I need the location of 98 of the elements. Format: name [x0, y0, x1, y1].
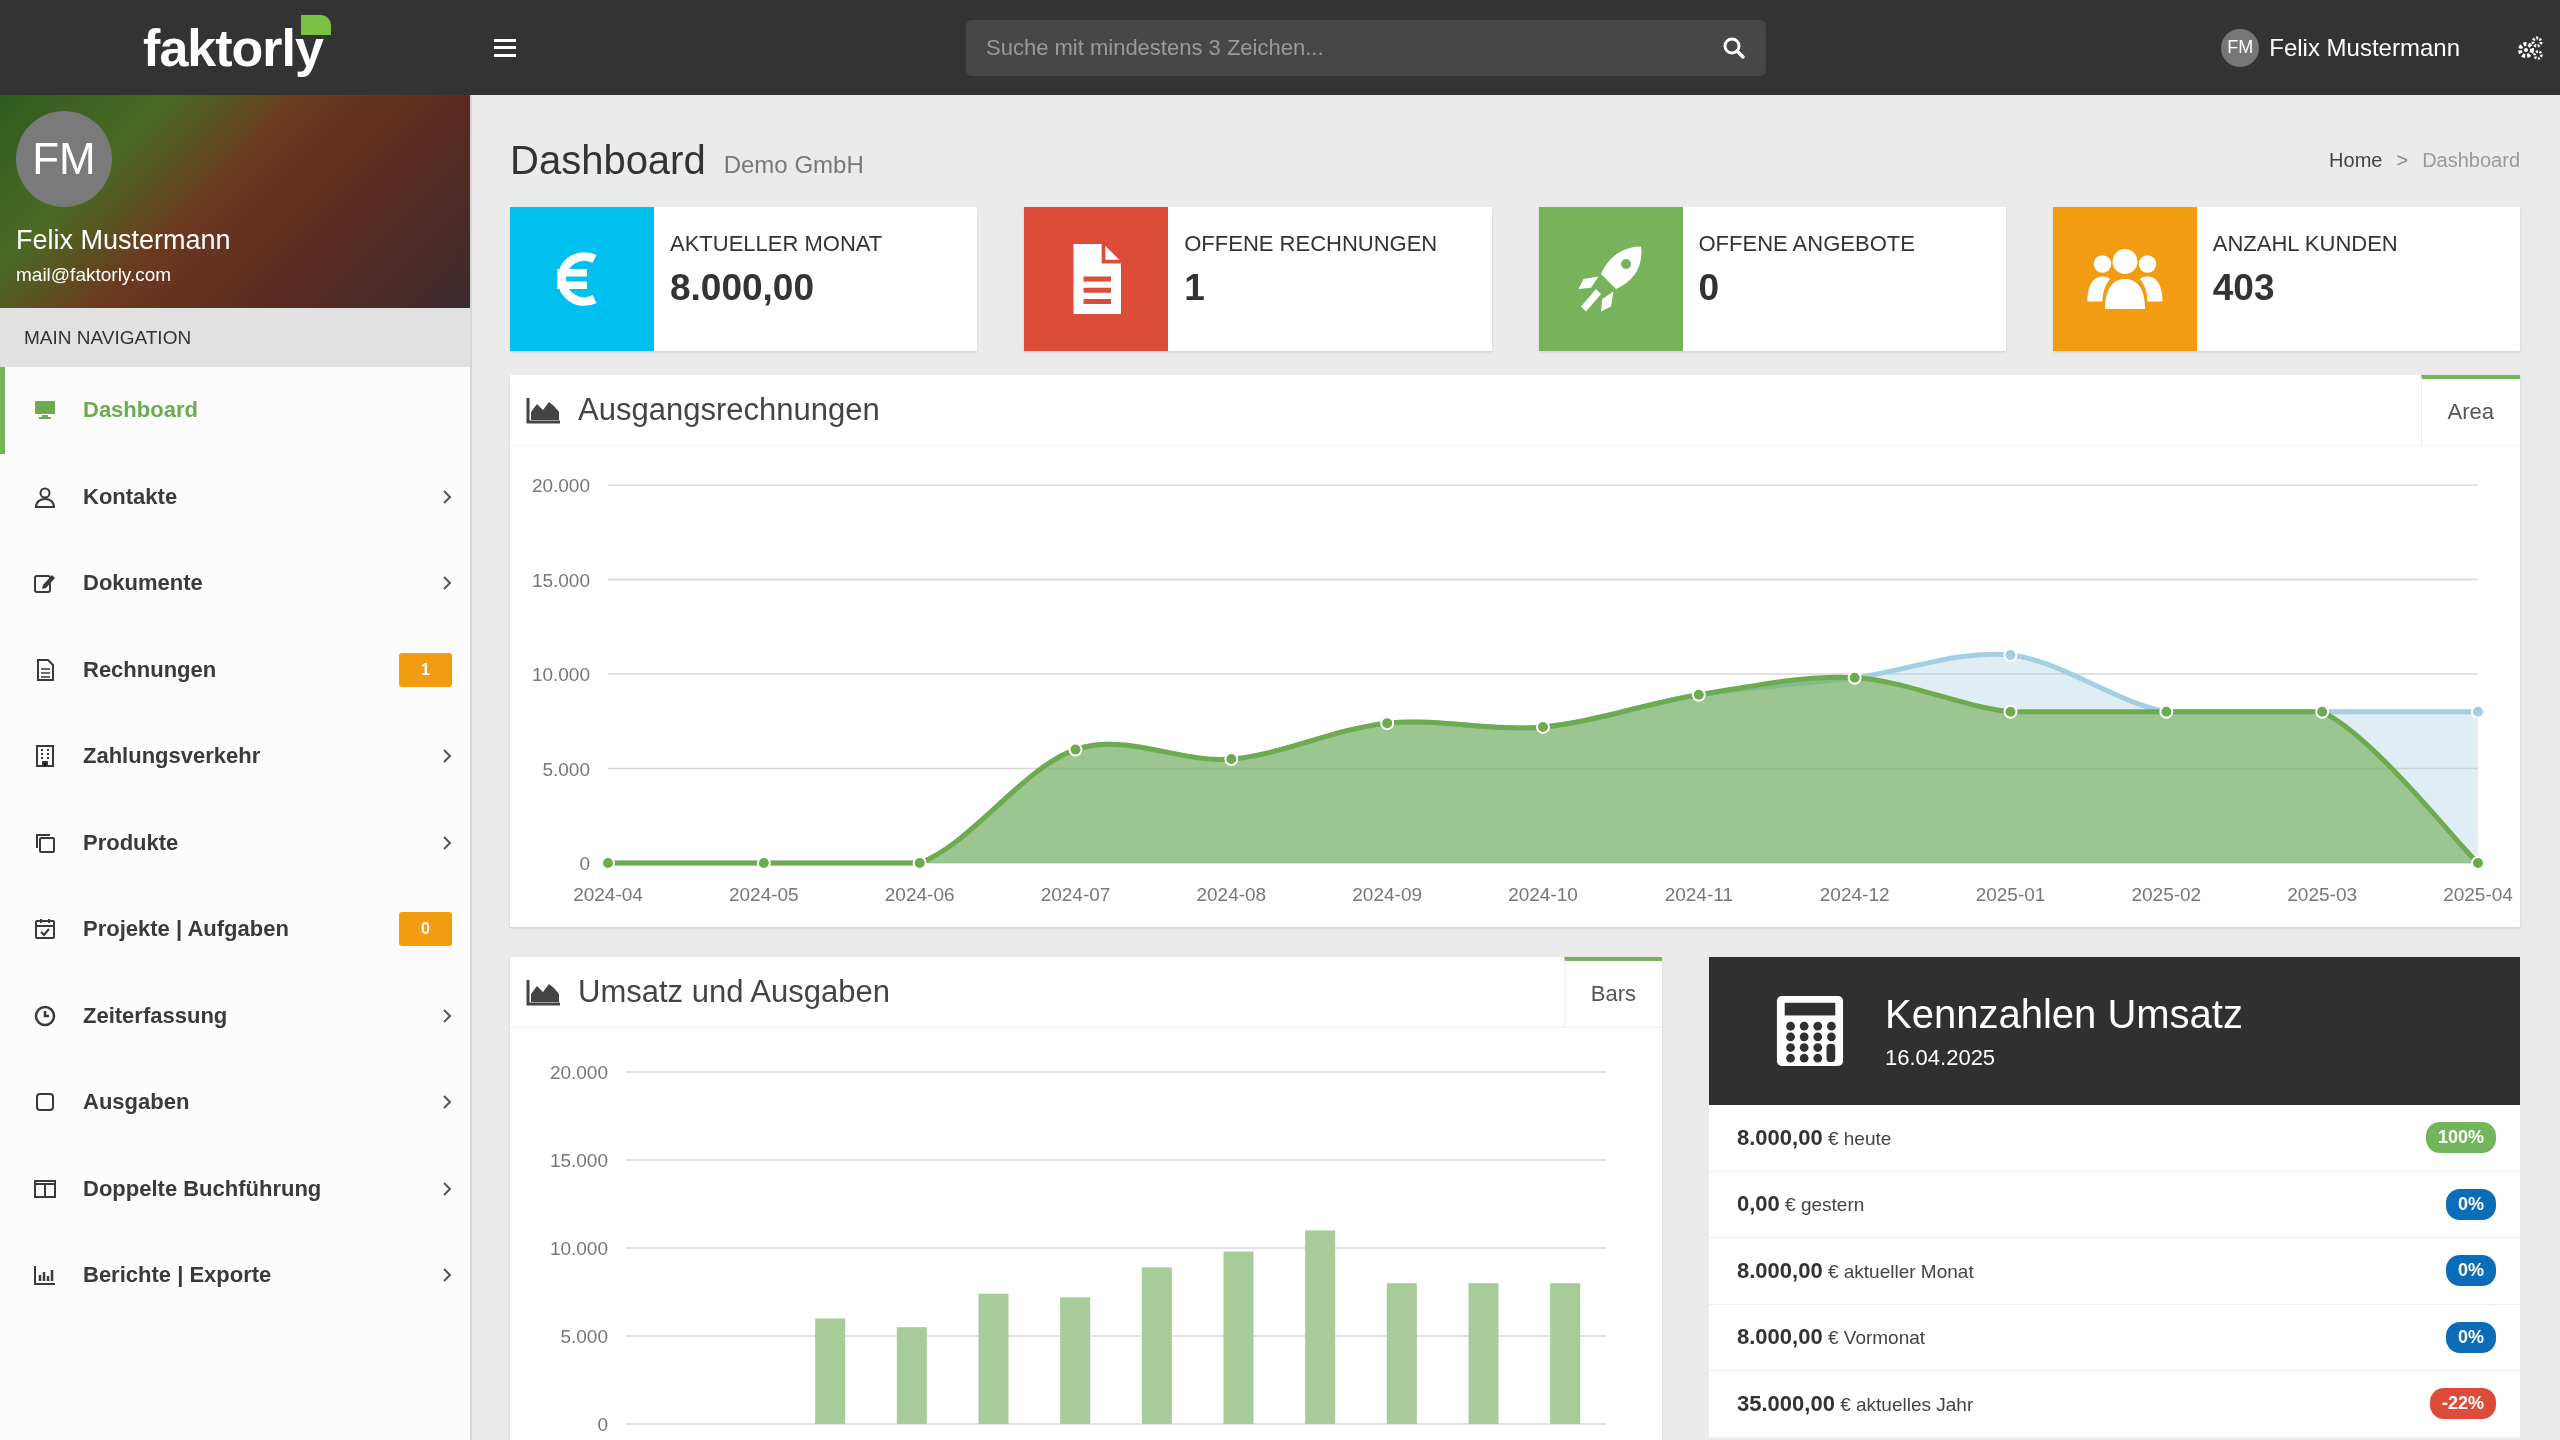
- sidebar-item[interactable]: Rechnungen 1: [0, 626, 470, 713]
- breadcrumb-current: Dashboard: [2422, 148, 2520, 172]
- axis-tick-label: 2025-03: [2287, 884, 2358, 905]
- menu-icon[interactable]: [494, 38, 516, 57]
- percent-badge: -22%: [2429, 1388, 2496, 1420]
- sidebar-item[interactable]: Zahlungsverkehr: [0, 713, 470, 800]
- axis-tick-label: 0: [579, 853, 590, 874]
- item-label[interactable]: Produkte: [83, 829, 442, 856]
- axis-tick-label: 10.000: [531, 664, 590, 685]
- axis-tick-label: 2024-06: [884, 884, 955, 905]
- panel-title: Ausgangsrechnungen: [578, 392, 880, 428]
- kpi-text: 0,00 € gestern: [1737, 1191, 1865, 1218]
- axis-tick-label: 0: [597, 1414, 608, 1435]
- item-label[interactable]: Projekte | Aufgaben: [83, 916, 400, 943]
- axis-tick-label: 2024-07: [1040, 884, 1111, 905]
- calculator-icon: [1775, 994, 1845, 1068]
- chevron-icon[interactable]: [442, 748, 452, 765]
- axis-tick-label: 5.000: [560, 1326, 608, 1347]
- axis-tick-label: 2024-11: [1664, 884, 1733, 905]
- percent-badge: 0%: [2446, 1255, 2496, 1287]
- axis-tick-label: 5.000: [542, 758, 590, 780]
- clock-icon: [33, 1003, 57, 1028]
- chevron-icon[interactable]: [442, 575, 452, 592]
- user-avatar[interactable]: FM: [2221, 28, 2260, 67]
- item-label[interactable]: Zeiterfassung: [83, 1002, 442, 1029]
- axis-tick-label: 2024-12: [1819, 884, 1890, 905]
- stat-value: 8.000,00: [670, 267, 816, 309]
- item-label[interactable]: Ausgaben: [83, 1089, 442, 1116]
- section-header: MAIN NAVIGATION: [0, 308, 470, 367]
- kpi-text: 8.000,00 € heute: [1737, 1124, 1892, 1151]
- chevron-icon[interactable]: [442, 488, 452, 505]
- logo[interactable]: faktorly: [143, 17, 329, 78]
- sidebar-item[interactable]: Doppelte Buchführung: [0, 1145, 470, 1232]
- percent-badge: 0%: [2446, 1321, 2496, 1353]
- count-badge: 0: [399, 912, 452, 947]
- page-subtitle: Demo GmbH: [723, 151, 864, 179]
- axis-tick-label: 15.000: [549, 1150, 608, 1171]
- chevron-icon[interactable]: [442, 834, 452, 851]
- chevron-icon[interactable]: [442, 1007, 452, 1024]
- axis-tick-label: 2024-04: [573, 884, 643, 905]
- percent-badge: 100%: [2425, 1122, 2496, 1154]
- axis-tick-label: 20.000: [549, 1062, 608, 1083]
- stat-value: 0: [1698, 267, 1721, 309]
- sidebar-item[interactable]: Kontakte: [0, 453, 470, 540]
- search-icon[interactable]: [1722, 35, 1746, 60]
- stat-label: OFFENE ANGEBOTE: [1698, 231, 1915, 257]
- sidebar-item[interactable]: Projekte | Aufgaben 0: [0, 886, 470, 973]
- calendar-check-icon: [33, 917, 57, 942]
- kpi-title: Kennzahlen Umsatz: [1885, 991, 2243, 1037]
- axis-tick-label: 2025-04: [2443, 884, 2513, 905]
- panel-title: Umsatz und Ausgaben: [578, 974, 890, 1010]
- breadcrumb-link[interactable]: Home: [2329, 148, 2383, 172]
- sidebar-item[interactable]: Ausgaben: [0, 1059, 470, 1146]
- sidebar-item[interactable]: Zeiterfassung: [0, 972, 470, 1059]
- kpi-text: 8.000,00 € Vormonat: [1737, 1324, 1926, 1351]
- axis-tick-label: 2024-08: [1196, 884, 1267, 905]
- item-label[interactable]: Rechnungen: [83, 656, 400, 683]
- axis-tick-label: 20.000: [531, 475, 590, 496]
- chevron-icon[interactable]: [442, 1267, 452, 1284]
- kpi-text: 35.000,00 € aktuelles Jahr: [1737, 1390, 1974, 1417]
- chevron-icon[interactable]: [442, 1180, 452, 1197]
- axis-tick-label: 10.000: [549, 1238, 608, 1259]
- bar-chart-icon: [33, 1263, 57, 1288]
- stat-value: 403: [2212, 267, 2276, 309]
- axis-tick-label: 15.000: [531, 569, 590, 591]
- chevron-icon[interactable]: [442, 1094, 452, 1111]
- chart-tab[interactable]: Area: [2420, 375, 2520, 445]
- item-label[interactable]: Berichte | Exporte: [83, 1262, 442, 1289]
- count-badge: 1: [399, 652, 452, 687]
- stat-label: AKTUELLER MONAT: [670, 231, 883, 257]
- percent-badge: 0%: [2446, 1188, 2496, 1220]
- axis-tick-label: 2025-02: [2131, 884, 2202, 905]
- sidebar-item[interactable]: Berichte | Exporte: [0, 1232, 470, 1319]
- stat-value: 1: [1184, 267, 1206, 309]
- kpi-text: 8.000,00 € aktueller Monat: [1737, 1257, 1974, 1284]
- search-field[interactable]: Suche mit mindestens 3 Zeichen...: [966, 19, 1766, 76]
- page-title: Dashboard: [510, 137, 706, 183]
- chart-tab[interactable]: Bars: [1563, 957, 1662, 1027]
- profile-name: Felix Mustermann: [16, 225, 232, 256]
- item-label[interactable]: Doppelte Buchführung: [83, 1175, 442, 1202]
- settings-icon[interactable]: [2516, 35, 2544, 60]
- building-icon: [33, 744, 57, 769]
- sidebar-item[interactable]: Produkte: [0, 799, 470, 886]
- axis-tick-label: 2025-01: [1975, 884, 2046, 905]
- breadcrumb-separator: >: [2396, 148, 2409, 172]
- profile-email: mail@faktorly.com: [16, 264, 173, 286]
- user-name[interactable]: Felix Mustermann: [2269, 33, 2460, 62]
- axis-tick-label: 2024-05: [728, 884, 799, 905]
- stat-label: OFFENE RECHNUNGEN: [1184, 231, 1438, 257]
- axis-tick-label: 2024-09: [1352, 884, 1423, 905]
- kpi-date: 16.04.2025: [1885, 1044, 1997, 1071]
- axis-tick-label: 2024-10: [1508, 884, 1578, 905]
- profile-avatar: FM: [16, 111, 112, 207]
- sidebar-item[interactable]: Dokumente: [0, 540, 470, 627]
- item-label[interactable]: Dokumente: [83, 570, 442, 597]
- item-label[interactable]: Kontakte: [83, 483, 442, 510]
- stat-label: ANZAHL KUNDEN: [2212, 231, 2398, 257]
- item-label[interactable]: Zahlungsverkehr: [83, 743, 442, 770]
